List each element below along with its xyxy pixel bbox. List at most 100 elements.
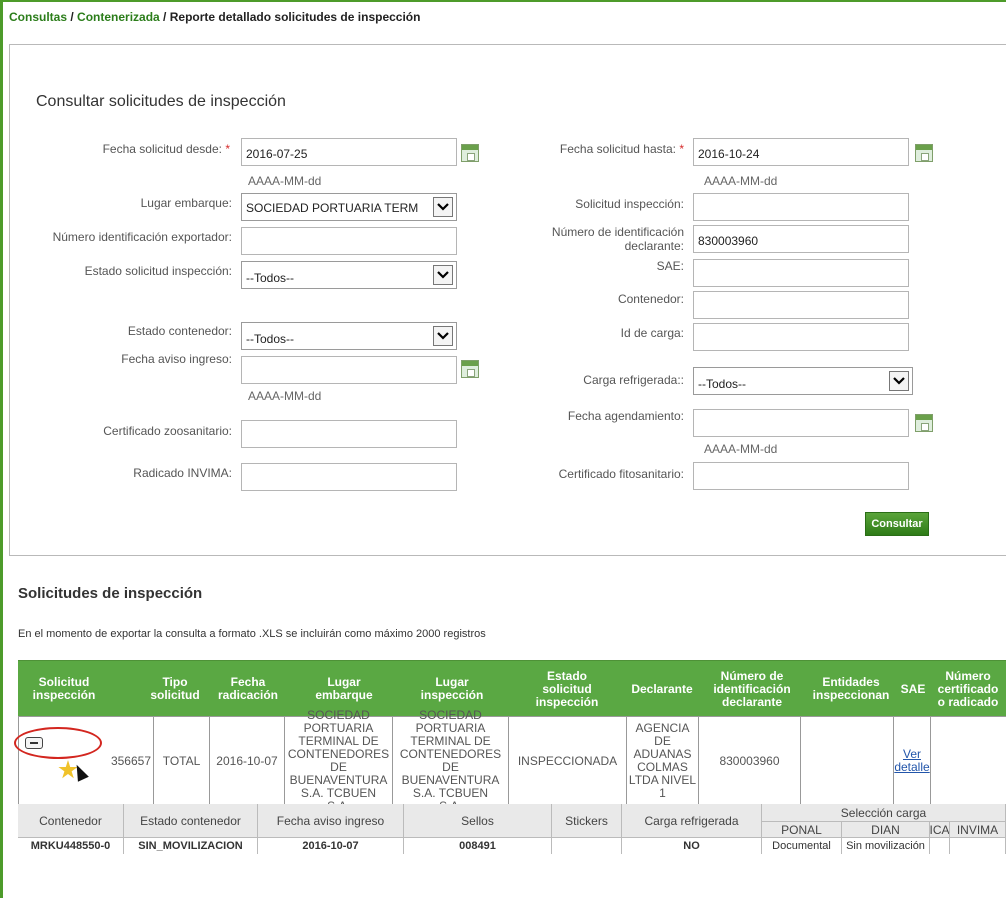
form-title: Consultar solicitudes de inspección (36, 93, 286, 110)
fecha-aviso-ingreso-label: Fecha aviso ingreso: (121, 352, 232, 366)
estado-solicitud-label: Estado solicitud inspección: (84, 264, 232, 278)
breadcrumb-current: Reporte detallado solicitudes de inspecc… (169, 10, 421, 24)
header-declarante[interactable]: Declarante (626, 661, 698, 717)
cell-fecha: 2016-10-07 (210, 717, 285, 805)
radicado-invima-label: Radicado INVIMA: (133, 466, 232, 480)
fecha-aviso-ingreso-input[interactable] (241, 356, 457, 384)
fecha-desde-input[interactable]: 2016-07-25 (241, 138, 457, 166)
detail-header-estado-contenedor: Estado contenedor (124, 804, 258, 838)
cell-lugar-inspeccion: SOCIEDAD PORTUARIA TERMINAL DE CONTENEDO… (393, 709, 509, 813)
num-id-exportador-label: Número identificación exportador: (52, 230, 232, 244)
carga-refrigerada-label: Carga refrigerada:: (583, 373, 684, 387)
sae-label: SAE: (656, 259, 684, 273)
header-num-certificado[interactable]: Número certificado o radicado (930, 661, 1006, 717)
carga-refrigerada-select[interactable]: --Todos-- (693, 367, 913, 395)
num-id-declarante-label: Número de identificación declarante: (551, 225, 684, 253)
fecha-desde-label: Fecha solicitud desde: * (102, 142, 230, 156)
estado-contenedor-select[interactable]: --Todos-- (241, 322, 457, 350)
detail-cell-estado-contenedor: SIN_MOVILIZACION (124, 838, 258, 854)
table-row: 356657 TOTAL 2016-10-07 SOCIEDAD PORTUAR… (18, 709, 1006, 813)
certificado-zoosanitario-label: Certificado zoosanitario: (103, 424, 232, 438)
estado-contenedor-label: Estado contenedor: (127, 324, 232, 338)
ver-detalle-link[interactable]: Ver detalle (894, 717, 931, 805)
header-tipo-solicitud[interactable]: Tipo solicitud (150, 661, 199, 717)
fecha-agendamiento-label: Fecha agendamiento: (567, 409, 684, 423)
fecha-desde-hint: AAAA-MM-dd (248, 174, 322, 188)
detail-header-sellos: Sellos (404, 804, 552, 838)
calendar-icon[interactable] (461, 360, 479, 378)
detail-cell-invima (950, 838, 1006, 854)
detail-cell-ica (930, 838, 950, 854)
cell-tipo: TOTAL (154, 717, 210, 805)
chevron-down-icon (889, 371, 909, 391)
detail-header-contenedor: Contenedor (18, 804, 124, 838)
export-note: En el momento de exportar la consulta a … (18, 628, 486, 640)
cell-declarante: AGENCIA DE ADUANAS COLMAS LTDA NIVEL 1 (627, 717, 699, 805)
fecha-agendamiento-input[interactable] (693, 409, 909, 437)
frame-left-border (0, 0, 3, 898)
breadcrumb: Consultas / Contenerizada / Reporte deta… (9, 10, 420, 24)
estado-solicitud-select[interactable]: --Todos-- (241, 261, 457, 289)
header-estado-solicitud[interactable]: Estado solicitud inspección (508, 661, 626, 717)
chevron-down-icon (433, 326, 453, 346)
chevron-down-icon (433, 197, 453, 217)
solicitud-inspeccion-input[interactable] (693, 193, 909, 221)
fecha-hasta-hint: AAAA-MM-dd (704, 174, 778, 188)
header-num-id-declarante[interactable]: Número de identificación declarante (698, 661, 806, 717)
detail-header-invima: INVIMA (950, 822, 1006, 838)
sae-input[interactable] (693, 259, 909, 287)
results-table-header: Solicitud inspección Tipo solicitud Fech… (18, 660, 1006, 716)
lugar-embarque-label: Lugar embarque: (140, 196, 232, 210)
header-sae[interactable]: SAE (896, 661, 930, 717)
id-carga-input[interactable] (693, 323, 909, 351)
certificado-fitosanitario-input[interactable] (693, 462, 909, 490)
fecha-hasta-input[interactable]: 2016-10-24 (693, 138, 909, 166)
breadcrumb-separator: / (67, 10, 78, 24)
detail-cell-contenedor: MRKU448550-0 (18, 838, 124, 854)
radicado-invima-input[interactable] (241, 463, 457, 491)
highlight-annotation-ring (14, 727, 102, 759)
detail-cell-dian: Sin movilización (842, 838, 930, 854)
detail-table: Contenedor Estado contenedor Fecha aviso… (18, 804, 1006, 898)
cell-estado: INSPECCIONADA (509, 717, 627, 805)
chevron-down-icon (433, 265, 453, 285)
frame-top-border (0, 0, 1006, 2)
calendar-icon[interactable] (461, 144, 479, 162)
num-id-exportador-input[interactable] (241, 227, 457, 255)
detail-header-ponal: PONAL (762, 822, 842, 838)
cell-num-id: 830003960 (699, 717, 801, 805)
solicitud-inspeccion-label: Solicitud inspección: (575, 197, 684, 211)
calendar-icon[interactable] (915, 144, 933, 162)
num-id-declarante-input[interactable]: 830003960 (693, 225, 909, 253)
detail-header-dian: DIAN (842, 822, 930, 838)
header-solicitud-inspeccion[interactable]: Solicitud inspección (18, 661, 110, 717)
detail-cell-fecha-aviso: 2016-10-07 (258, 838, 404, 854)
results-title: Solicitudes de inspección (18, 585, 203, 602)
consultar-button[interactable]: Consultar (865, 512, 929, 536)
detail-header-seleccion-carga: Selección carga (762, 804, 1006, 822)
header-entidades-inspeccionan[interactable]: Entidades inspeccionan (806, 661, 896, 717)
detail-header-carga-refrigerada: Carga refrigerada (622, 804, 762, 838)
certificado-zoosanitario-input[interactable] (241, 420, 457, 448)
cell-lugar-embarque: SOCIEDAD PORTUARIA TERMINAL DE CONTENEDO… (285, 709, 393, 813)
certificado-fitosanitario-label: Certificado fitosanitario: (558, 467, 684, 481)
breadcrumb-separator: / (159, 10, 170, 24)
fecha-hasta-label: Fecha solicitud hasta: * (559, 142, 684, 156)
detail-cell-sellos: 008491 (404, 838, 552, 854)
calendar-icon[interactable] (915, 414, 933, 432)
breadcrumb-contenerizada[interactable]: Contenerizada (77, 10, 160, 24)
cell-num-certificado (931, 717, 1006, 805)
lugar-embarque-select[interactable]: SOCIEDAD PORTUARIA TERM (241, 193, 457, 221)
detail-header-ica: ICA (930, 822, 950, 838)
contenedor-input[interactable] (693, 291, 909, 319)
header-fecha-radicacion[interactable]: Fecha radicación (204, 661, 292, 717)
contenedor-label: Contenedor: (617, 292, 684, 306)
cell-entidades (801, 717, 894, 805)
detail-cell-stickers (552, 838, 622, 854)
detail-header-stickers: Stickers (552, 804, 622, 838)
detail-cell-carga-refrigerada: NO (622, 838, 762, 854)
breadcrumb-consultas[interactable]: Consultas (9, 10, 67, 24)
fecha-aviso-hint: AAAA-MM-dd (248, 389, 322, 403)
fecha-agendamiento-hint: AAAA-MM-dd (704, 442, 778, 456)
detail-cell-ponal: Documental (762, 838, 842, 854)
